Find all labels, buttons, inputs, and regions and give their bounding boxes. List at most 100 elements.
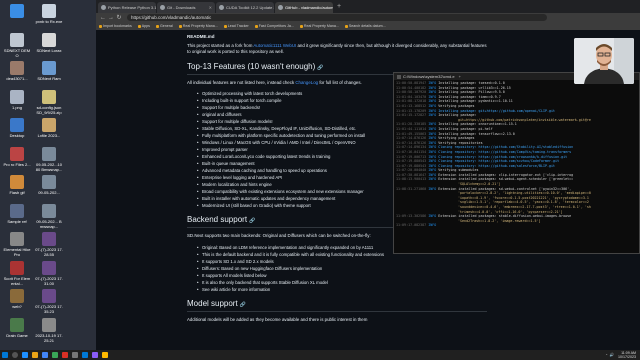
- log-level: INFO: [428, 136, 437, 141]
- taskbar-app-icon[interactable]: [92, 352, 98, 358]
- bookmark-item[interactable]: Real Property Mana...: [178, 24, 218, 28]
- log-message: 'svglib==1.5.1', 'reportlab==4.0.5', 'ya…: [458, 200, 589, 205]
- taskbar-app-icon[interactable]: [22, 352, 28, 358]
- browser-tab[interactable]: GitHub - vladmandic/automatic✕: [275, 2, 333, 13]
- taskbar-app-icon[interactable]: [42, 352, 48, 358]
- bookmark-item[interactable]: Apps: [137, 24, 150, 28]
- bookmark-item[interactable]: Fast Competitors Ja...: [254, 24, 294, 28]
- desktop-icon[interactable]: SDNext Lorax: [35, 32, 63, 53]
- desktop-icon[interactable]: 09-05-202...1080 Bmwsnap...: [35, 146, 63, 172]
- tab-favicon-icon: [101, 5, 106, 10]
- log-message: Installing package: Pillow==9.5.0: [438, 90, 505, 95]
- desktop-icon[interactable]: SDNext Ram: [35, 61, 63, 81]
- start-icon[interactable]: [2, 352, 8, 358]
- folder-icon: [99, 24, 102, 28]
- desktop-icon[interactable]: [3, 4, 31, 19]
- backend-item: See wiki article for more information: [197, 287, 487, 293]
- desktop-icon-label: Lxfile 2023...: [37, 133, 61, 138]
- link-anchor-icon[interactable]: 🔗: [240, 302, 246, 308]
- folder-icon: [254, 24, 258, 28]
- desktop-icon[interactable]: Drain Game: [3, 317, 31, 338]
- log-message: 'iopath==0.1.9', 'fvcore==0.1.5.post2022…: [458, 195, 589, 200]
- back-icon[interactable]: ←: [99, 15, 107, 21]
- address-bar[interactable]: https://github.com/vladmandic/automatic: [127, 14, 547, 21]
- log-level: INFO: [428, 140, 437, 145]
- log-message: Installing package: urllib3==1.26.15: [438, 85, 511, 90]
- desktop-icon[interactable]: 09-05-202... Bmwsnap...: [35, 203, 63, 229]
- backend-item: Diffusers: Based on new Huggingface Diff…: [197, 266, 487, 272]
- browser-tab[interactable]: Python Release Python 3.10.11 | Python✕: [98, 2, 156, 13]
- desktop-icon[interactable]: web?: [3, 289, 31, 309]
- desktop-icon[interactable]: 07-(7)-2023 17.28.55: [35, 232, 63, 257]
- new-tab-icon[interactable]: +: [337, 3, 341, 10]
- file-icon: [42, 175, 56, 189]
- taskbar-app-icon[interactable]: [72, 352, 78, 358]
- terminal-title: C:\Windows\system32\cmd.e: [403, 74, 455, 79]
- new-tab-icon[interactable]: +: [459, 74, 461, 79]
- log-level: INFO: [428, 186, 437, 191]
- bookmark-item[interactable]: Import bookmarks: [99, 24, 132, 28]
- log-message: Installing package: tensorflow==2.13.0: [438, 131, 515, 136]
- desktop-icon[interactable]: 07-(7)-2023 17.31.00: [35, 260, 63, 286]
- log-message: Cloning repository: https://github.com/s…: [438, 159, 560, 164]
- bookmark-label: Apps: [141, 24, 150, 28]
- log-message: Extension installed packages: sd-webui-a…: [438, 177, 574, 182]
- desktop-icon[interactable]: pxnb to Rx.exe: [35, 4, 63, 24]
- browser-tab[interactable]: Git - Downloads ✕: [157, 2, 215, 13]
- desktop-icon-label: dea43071...: [6, 76, 28, 81]
- bookmark-item[interactable]: Real Property Mana...: [299, 24, 339, 28]
- file-icon: [10, 32, 24, 47]
- clock[interactable]: 11:09 AM 10/17/2023: [618, 351, 636, 359]
- desktop-icon[interactable]: Desktop: [3, 118, 31, 138]
- taskbar-app-icon[interactable]: [62, 352, 68, 358]
- taskbar: ◔ 🔊 11:09 AM 10/17/2023: [0, 350, 640, 360]
- volume-icon[interactable]: 🔊: [610, 353, 614, 357]
- log-level: INFO: [428, 177, 437, 182]
- desktop-icon[interactable]: dea43071...: [3, 61, 31, 81]
- reload-icon[interactable]: ↻: [115, 14, 123, 21]
- browser-tab[interactable]: CUDA Toolkit 12.2 Update 2 Do...✕: [216, 2, 274, 13]
- link-anchor-icon[interactable]: 🔗: [249, 218, 255, 224]
- file-icon: [10, 146, 24, 161]
- file-icon: [42, 260, 56, 275]
- link-anchor-icon[interactable]: 🔗: [317, 65, 323, 71]
- bookmark-item[interactable]: General: [155, 24, 173, 28]
- desktop-icon[interactable]: SDNEXT DEMO: [3, 32, 31, 58]
- forward-icon[interactable]: →: [107, 15, 115, 21]
- changelog-link[interactable]: ChangeLog: [295, 80, 318, 85]
- taskbar-app-icon[interactable]: [32, 352, 38, 358]
- tab-favicon-icon: [160, 5, 165, 10]
- file-icon: [42, 118, 56, 132]
- desktop-icon-label: Elemental Hike Pro: [3, 247, 31, 257]
- desktop-icon[interactable]: Lxfile 2023...: [35, 118, 63, 138]
- automatic1111-link[interactable]: Automatic1111 WebUI: [253, 43, 296, 48]
- bookmark-label: General: [159, 24, 173, 28]
- taskbar-app-icon[interactable]: [82, 352, 88, 358]
- taskbar-app-icon[interactable]: [52, 352, 58, 358]
- log-message: Installing package:: [438, 113, 477, 118]
- desktop-icon-label: 1.png: [11, 104, 22, 110]
- file-icon: [42, 289, 56, 303]
- log-level: INFO: [428, 85, 437, 90]
- desktop-icon[interactable]: Elemental Hike Pro: [3, 232, 31, 257]
- log-message: Verifying submodules: [438, 168, 479, 173]
- close-icon[interactable]: ✕: [209, 5, 212, 10]
- log-level: INFO: [428, 154, 437, 159]
- desktop-icon[interactable]: Sample ref: [3, 203, 31, 224]
- desktop-icon[interactable]: 2023-10-19 17.25.21: [35, 317, 63, 343]
- bookmark-item[interactable]: Search details datum...: [344, 24, 386, 28]
- network-icon[interactable]: ◔: [605, 353, 607, 357]
- desktop-icon[interactable]: 1.png: [3, 89, 31, 110]
- file-icon: [10, 61, 24, 75]
- file-icon: [10, 317, 24, 332]
- desktop-icon[interactable]: Pro ro Files 2...: [3, 146, 31, 167]
- bookmark-item[interactable]: Lead Tracker: [223, 24, 249, 28]
- search-icon[interactable]: [12, 352, 18, 358]
- taskbar-app-icon[interactable]: [102, 352, 108, 358]
- desktop-icon[interactable]: Scott For Elemental...: [3, 260, 31, 286]
- desktop-icon[interactable]: sd-config.json SD_9/9/25.zip: [35, 89, 63, 115]
- desktop-icon[interactable]: 07-(7)-2023 17.35.23: [35, 289, 63, 314]
- terminal-window[interactable]: C:\Windows\system32\cmd.e + ─□✕ 11:00:50…: [393, 72, 640, 254]
- desktop-icon[interactable]: 09-05-202...: [35, 175, 63, 195]
- desktop-icon[interactable]: Flash gif: [3, 175, 31, 195]
